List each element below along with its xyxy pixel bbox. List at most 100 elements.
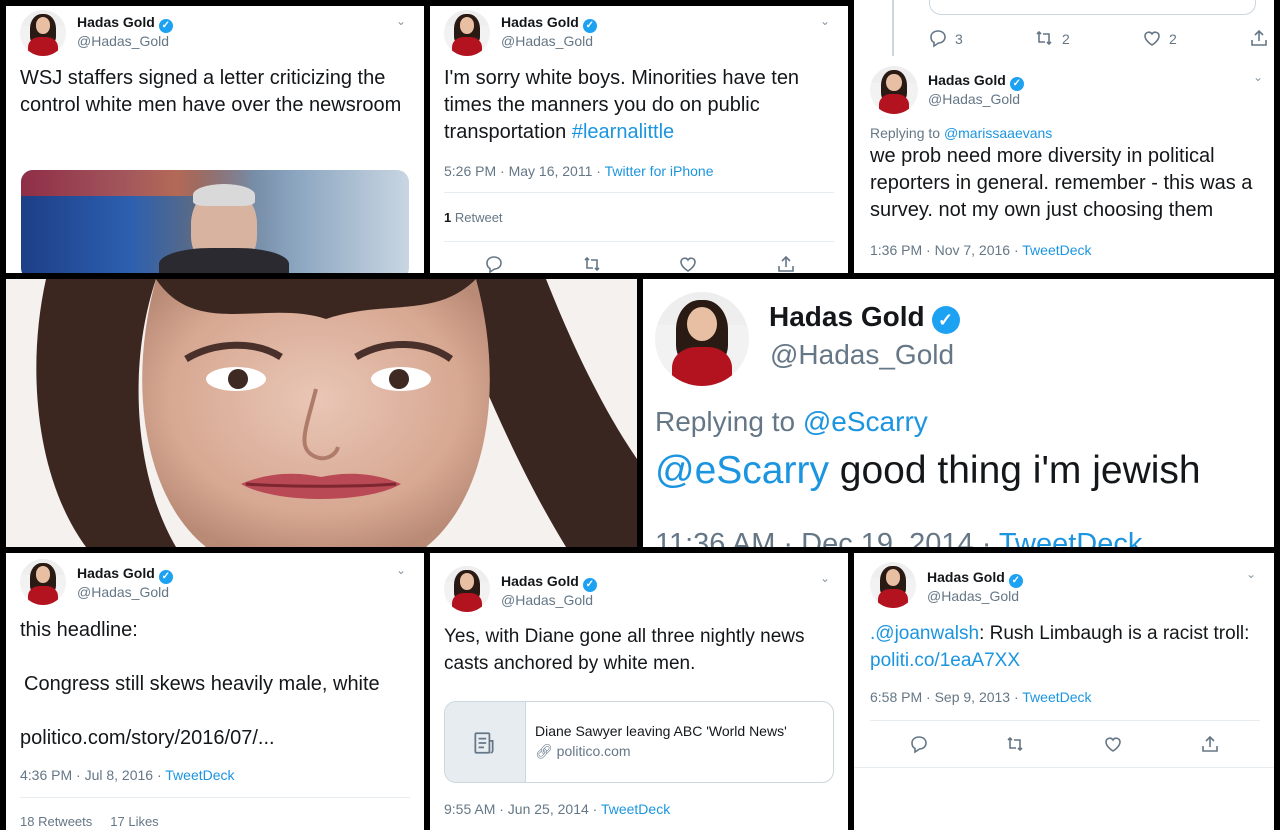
verified-icon: ✓ (582, 578, 597, 592)
tweet-time[interactable]: 11:36 AM · Dec 19, 2014 · (655, 528, 999, 547)
chevron-down-icon[interactable]: ⌄ (396, 14, 406, 28)
tweet-panel-diversity: 3 2 2 Hadas Gold ✓ @Hadas_Gold ⌄ Replying… (854, 0, 1274, 273)
like-icon[interactable] (1103, 734, 1123, 759)
replying-to-link[interactable]: @marissaaevans (944, 125, 1052, 141)
author-name[interactable]: Hadas Gold (769, 301, 925, 332)
author-handle[interactable]: @Hadas_Gold (501, 592, 593, 608)
author-handle[interactable]: @Hadas_Gold (770, 339, 954, 371)
tweet-text: @eScarry good thing i'm jewish (655, 447, 1270, 495)
retweet-icon[interactable] (1034, 28, 1054, 53)
author-handle[interactable]: @Hadas_Gold (927, 588, 1019, 604)
tweet-text-body: good thing i'm jewish (828, 449, 1201, 492)
tweet-source[interactable]: TweetDeck (1022, 242, 1091, 258)
tweet-text: .@joanwalsh: Rush Limbaugh is a racist t… (870, 620, 1262, 674)
verified-icon: ✓ (158, 570, 173, 584)
replying-prefix: Replying to (870, 125, 944, 141)
avatar[interactable] (444, 10, 490, 56)
tweet-panel-limbaugh: Hadas Gold ✓ @Hadas_Gold ⌄ .@joanwalsh: R… (854, 553, 1274, 830)
tweet-text: Yes, with Diane gone all three nightly n… (444, 626, 805, 674)
portrait-photo (6, 279, 637, 547)
tweet-time[interactable]: 6:58 PM · Sep 9, 2013 · (870, 689, 1022, 705)
tweet-panel-diane: Hadas Gold ✓ @Hadas_Gold ⌄ Yes, with Dian… (430, 553, 848, 830)
author-name[interactable]: Hadas Gold (501, 14, 579, 30)
hashtag-link[interactable]: #learnalittle (572, 121, 674, 143)
retweet-count[interactable]: 18 Retweets (20, 814, 92, 829)
article-link[interactable]: politi.co/1eaA7XX (870, 650, 1020, 671)
like-count: 2 (1169, 31, 1177, 47)
author-name[interactable]: Hadas Gold (77, 14, 155, 30)
article-icon (474, 732, 494, 754)
verified-icon: ✓ (931, 306, 960, 334)
verified-icon: ✓ (1009, 77, 1024, 91)
retweet-count: 2 (1062, 31, 1070, 47)
author-handle[interactable]: @Hadas_Gold (928, 91, 1020, 107)
chevron-down-icon[interactable]: ⌄ (820, 571, 830, 585)
mention-link[interactable]: @eScarry (655, 449, 829, 492)
reply-count: 3 (955, 31, 963, 47)
author-name[interactable]: Hadas Gold (501, 573, 579, 589)
link-card-domain: politico.com (556, 743, 631, 759)
tweet-panel-congress: Hadas Gold ✓ @Hadas_Gold ⌄ this headline:… (6, 553, 424, 830)
avatar[interactable] (655, 292, 749, 386)
retweet-label[interactable]: Retweet (451, 210, 503, 225)
link-card-title: Diane Sawyer leaving ABC 'World News' (535, 723, 787, 739)
tweet-panel-white-boys: Hadas Gold ✓ @Hadas_Gold ⌄ I'm sorry whit… (430, 6, 848, 273)
avatar[interactable] (20, 559, 66, 605)
share-icon[interactable] (1200, 734, 1220, 759)
tweet-text: I'm sorry white boys. Minorities have te… (444, 65, 839, 146)
thread-line (892, 0, 894, 56)
reply-icon[interactable] (909, 734, 929, 759)
tweet-line-1: this headline: (20, 619, 138, 641)
avatar[interactable] (444, 566, 490, 612)
mention-link[interactable]: .@joanwalsh (870, 623, 979, 644)
author-handle[interactable]: @Hadas_Gold (77, 584, 169, 600)
author-handle[interactable]: @Hadas_Gold (77, 33, 169, 49)
tweet-media-image[interactable] (21, 170, 409, 273)
tweet-line-2: Congress still skews heavily male, white (24, 673, 380, 695)
chevron-down-icon[interactable]: ⌄ (1246, 567, 1256, 581)
reply-icon[interactable] (928, 28, 948, 53)
tweet-source[interactable]: TweetDeck (601, 801, 670, 817)
chevron-down-icon[interactable]: ⌄ (1253, 70, 1263, 84)
avatar[interactable] (870, 562, 916, 608)
author-handle[interactable]: @Hadas_Gold (501, 33, 593, 49)
author-name[interactable]: Hadas Gold (77, 565, 155, 581)
replying-prefix: Replying to (655, 406, 803, 437)
like-count[interactable]: 17 Likes (110, 814, 158, 829)
chevron-down-icon[interactable]: ⌄ (820, 14, 830, 28)
tweet-panel-jewish: Hadas Gold ✓ @Hadas_Gold Replying to @eSc… (643, 279, 1274, 547)
tweet-time[interactable]: 9:55 AM · Jun 25, 2014 · (444, 801, 601, 817)
retweet-icon[interactable] (1005, 734, 1025, 759)
like-icon[interactable] (1142, 28, 1162, 53)
tweet-time[interactable]: 5:26 PM · May 16, 2011 · (444, 163, 605, 179)
retweet-icon[interactable] (582, 254, 602, 273)
chevron-down-icon[interactable]: ⌄ (396, 563, 406, 577)
tweet-text-body: : Rush Limbaugh is a racist troll: (979, 623, 1250, 644)
article-link[interactable]: politico.com/story/2016/07/... (20, 725, 275, 752)
like-icon[interactable] (678, 254, 698, 273)
tweet-text: WSJ staffers signed a letter criticizing… (20, 67, 402, 116)
verified-icon: ✓ (1008, 574, 1023, 588)
tweet-time[interactable]: 4:36 PM · Jul 8, 2016 · (20, 767, 165, 783)
author-name[interactable]: Hadas Gold (927, 569, 1005, 585)
avatar[interactable] (870, 66, 918, 114)
tweet-panel-wsj: Hadas Gold ✓ @Hadas_Gold ⌄ WSJ staffers s… (6, 6, 424, 273)
portrait-illustration (6, 279, 637, 547)
verified-icon: ✓ (158, 19, 173, 33)
link-card-thumb (445, 702, 526, 782)
share-icon[interactable] (1249, 28, 1269, 53)
tweet-source[interactable]: TweetDeck (999, 528, 1142, 547)
verified-icon: ✓ (582, 19, 597, 33)
avatar[interactable] (20, 10, 66, 56)
reply-icon[interactable] (484, 254, 504, 273)
tweet-source[interactable]: TweetDeck (1022, 689, 1091, 705)
link-card[interactable]: Diane Sawyer leaving ABC 'World News' 🔗︎… (444, 701, 834, 783)
tweet-text: we prob need more diversity in political… (870, 145, 1253, 221)
share-icon[interactable] (776, 254, 796, 273)
quoted-card-edge (929, 0, 1256, 15)
author-name[interactable]: Hadas Gold (928, 72, 1006, 88)
tweet-time[interactable]: 1:36 PM · Nov 7, 2016 · (870, 242, 1022, 258)
tweet-source[interactable]: Twitter for iPhone (605, 163, 714, 179)
tweet-source[interactable]: TweetDeck (165, 767, 234, 783)
replying-to-link[interactable]: @eScarry (803, 406, 928, 437)
